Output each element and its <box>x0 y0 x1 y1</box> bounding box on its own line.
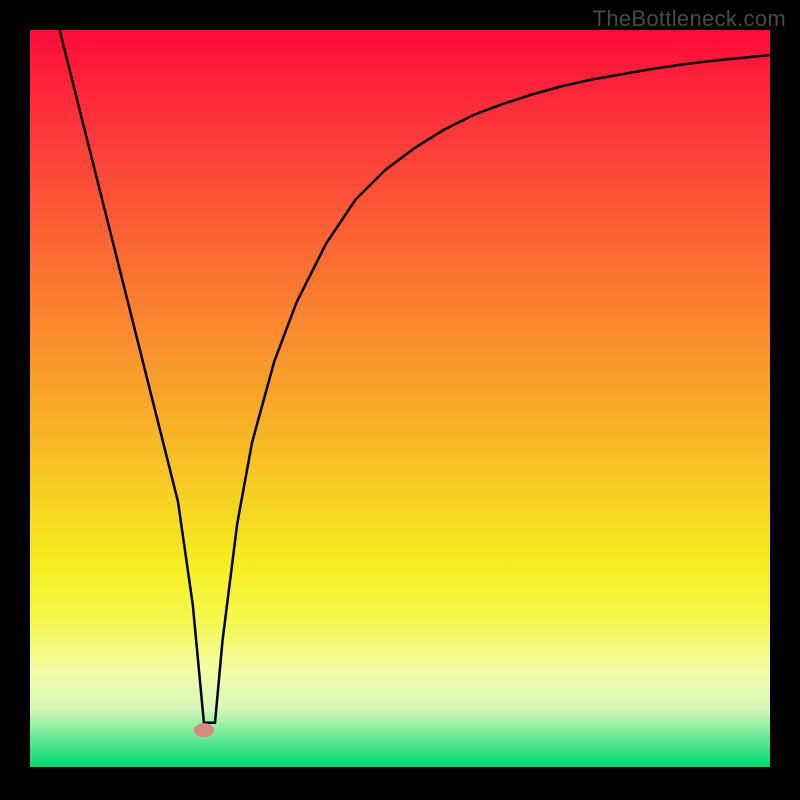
watermark-text: TheBottleneck.com <box>593 6 786 32</box>
chart-container: TheBottleneck.com <box>0 0 800 800</box>
gradient-background <box>30 30 770 767</box>
marker-dot <box>194 723 214 737</box>
chart-svg <box>0 0 800 800</box>
